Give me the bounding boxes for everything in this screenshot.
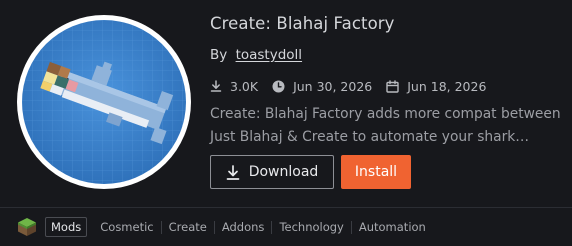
install-button-label: Install [354,164,398,180]
download-button-label: Download [248,164,319,180]
author-link[interactable]: toastydoll [236,47,302,63]
by-label: By [210,47,228,63]
project-description: Create: Blahaj Factory adds more compat … [210,106,561,145]
grass-block-icon [18,218,36,236]
calendar-icon [386,79,399,93]
blahaj-shark-logo [22,20,186,184]
project-thumbnail[interactable] [17,15,191,189]
downloads-count: 3.0K [230,78,259,94]
downloads-stat: 3.0K [210,79,258,94]
tag-addons[interactable]: Addons [215,219,272,235]
created-date: Jun 18, 2026 [407,78,487,94]
created-stat: Jun 18, 2026 [386,79,486,94]
download-icon [210,80,222,92]
tag-create[interactable]: Create [162,219,214,235]
download-button[interactable]: Download [210,155,334,189]
updated-stat: Jun 30, 2026 [272,79,372,94]
project-title[interactable]: Create: Blahaj Factory [210,14,395,33]
tag-list: Mods Cosmetic Create Addons Technology A… [17,217,433,237]
tag-technology[interactable]: Technology [272,219,350,235]
install-button[interactable]: Install [341,155,411,189]
project-card: Create: Blahaj Factory By toastydoll 3.0… [0,0,572,246]
tag-automation[interactable]: Automation [352,219,433,235]
byline: By toastydoll [210,47,302,63]
tag-cosmetic[interactable]: Cosmetic [93,219,160,235]
clock-icon [272,80,285,92]
updated-date: Jun 30, 2026 [293,78,373,94]
tag-mods[interactable]: Mods [45,217,88,237]
divider [0,207,572,208]
project-stats: 3.0K Jun 30, 2026 Jun 18, 2026 [210,77,486,95]
download-icon [226,164,240,180]
